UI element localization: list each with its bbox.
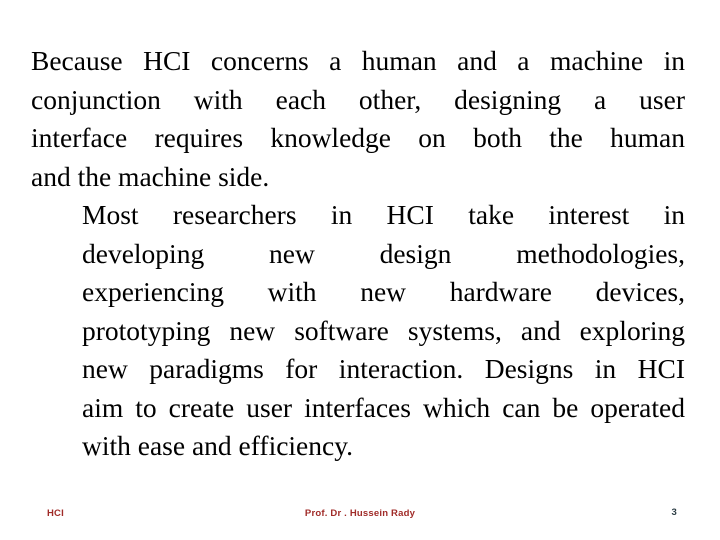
slide-footer: HCI Prof. Dr . Hussein Rady 3 xyxy=(0,503,720,527)
paragraph-1: Because HCI concerns a human and a machi… xyxy=(31,42,685,196)
paragraph-1-line-2: conjunction with each other, designing a… xyxy=(31,83,685,115)
paragraph-1-line-4: and the machine side. xyxy=(31,160,270,192)
paragraph-2-line-5: new paradigms for interaction. Designs i… xyxy=(82,353,685,384)
paragraph-1-line-1: Because HCI concerns a human and a machi… xyxy=(31,45,685,76)
paragraph-2-line-7: with ease and efficiency. xyxy=(82,430,354,461)
paragraph-2-line-2: developing new design methodologies, xyxy=(82,237,685,269)
paragraph-2-line-6: aim to create user interfaces which can … xyxy=(82,391,685,423)
paragraph-2-line-1: Most researchers in HCI take interest in xyxy=(82,199,685,230)
footer-page-number: 3 xyxy=(671,507,677,518)
slide-body-text: Because HCI concerns a human and a machi… xyxy=(31,42,685,466)
paragraph-2-line-4: prototyping new software systems, and ex… xyxy=(82,314,685,346)
paragraph-2: Most researchers in HCI take interest in… xyxy=(31,196,685,466)
slide-canvas: Because HCI concerns a human and a machi… xyxy=(0,0,720,540)
paragraph-1-line-3: interface requires knowledge on both the… xyxy=(31,122,685,153)
paragraph-2-line-3: experiencing with new hardware devices, xyxy=(82,276,685,307)
